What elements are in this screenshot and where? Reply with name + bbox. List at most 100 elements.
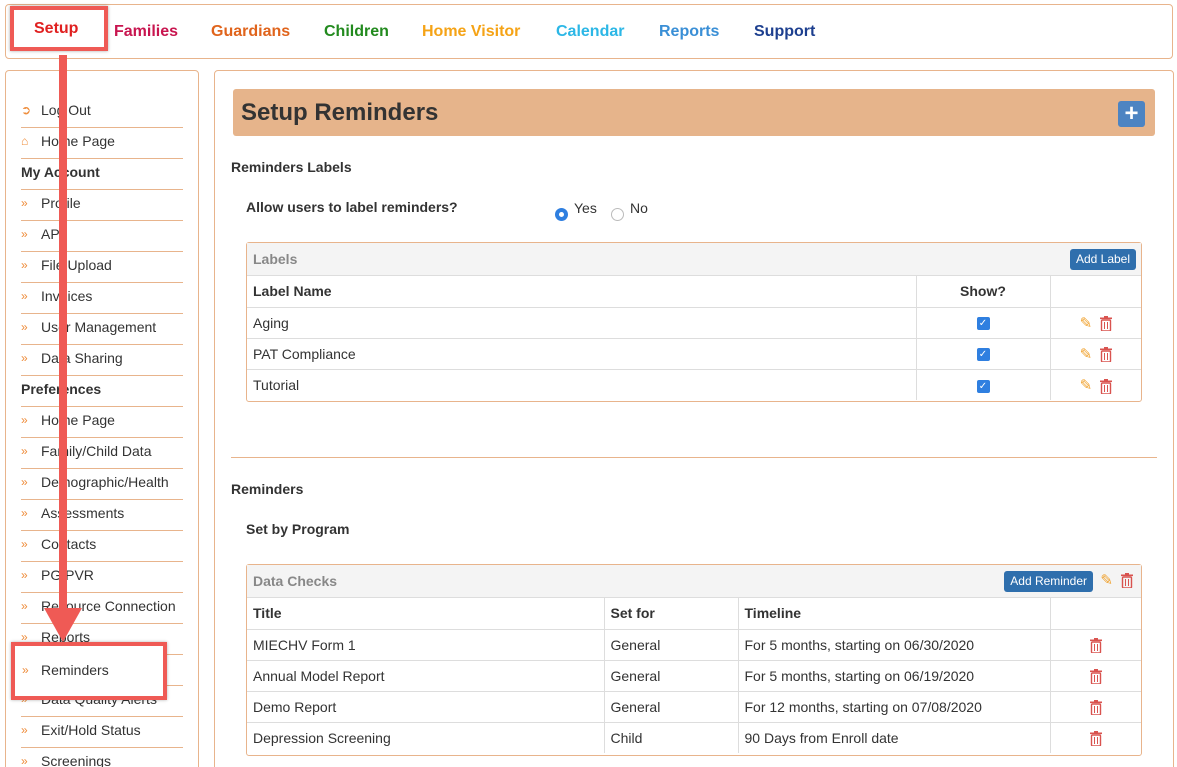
set-for-cell: Child (603, 721, 738, 753)
pencil-icon[interactable]: ✎ (1100, 571, 1113, 589)
sidebar-item-data-sharing[interactable]: » Data Sharing (21, 345, 183, 376)
pencil-icon[interactable]: ✎ (1080, 314, 1093, 332)
table-row: Demo Report General For 12 months, start… (247, 690, 1141, 722)
sidebar-item-screenings[interactable]: » Screenings (21, 748, 183, 767)
sidebar-item-pg-pvr[interactable]: » PG/PVR (21, 562, 183, 593)
nav-support[interactable]: Support (754, 23, 815, 41)
sidebar-item-user-management[interactable]: » User Management (21, 314, 183, 345)
sidebar-item-label: Data Sharing (41, 350, 123, 366)
pencil-icon[interactable]: ✎ (1080, 376, 1093, 394)
double-chevron-icon: » (21, 599, 28, 613)
col-actions (1049, 598, 1141, 629)
nav-home-visitor[interactable]: Home Visitor (422, 23, 520, 41)
nav-calendar[interactable]: Calendar (556, 23, 624, 41)
reminders-heading: Reminders (231, 481, 304, 497)
set-for-cell: General (603, 628, 738, 660)
add-icon[interactable]: + (1118, 101, 1145, 127)
page-title: Setup Reminders (241, 99, 439, 126)
add-label-button[interactable]: Add Label (1069, 249, 1136, 270)
trash-icon[interactable] (1121, 573, 1133, 588)
show-checkbox[interactable]: ✓ (976, 379, 990, 393)
double-chevron-icon: » (21, 723, 28, 737)
sidebar-item-file-upload[interactable]: » File Upload (21, 252, 183, 283)
timeline-cell: For 5 months, starting on 06/30/2020 (737, 628, 1050, 660)
trash-icon[interactable] (1099, 378, 1112, 394)
double-chevron-icon: » (22, 663, 29, 677)
sidebar-item-pref-home-page[interactable]: » Home Page (21, 407, 183, 438)
double-chevron-icon: » (21, 754, 28, 767)
home-icon: ⌂ (21, 134, 29, 148)
sidebar-item-family-child-data[interactable]: » Family/Child Data (21, 438, 183, 469)
pencil-icon[interactable]: ✎ (1080, 345, 1093, 363)
table-row: MIECHV Form 1 General For 5 months, star… (247, 628, 1141, 660)
table-header-row: Title Set for Timeline (247, 598, 1141, 629)
annotation-arrow-head (44, 608, 82, 642)
col-show: Show? (915, 276, 1050, 307)
radio-no-label: No (630, 200, 648, 216)
set-for-cell: General (603, 659, 738, 691)
label-name-cell: Tutorial (247, 368, 916, 400)
sidebar-item-assessments[interactable]: » Assessments (21, 500, 183, 531)
main-content: Setup Reminders + Reminders Labels Allow… (214, 70, 1174, 767)
sidebar-item-log-out[interactable]: ➲ Log Out (21, 97, 183, 128)
radio-yes[interactable] (555, 208, 568, 221)
double-chevron-icon: » (21, 351, 28, 365)
label-name-cell: Aging (247, 306, 916, 338)
double-chevron-icon: » (21, 475, 28, 489)
sign-out-icon: ➲ (21, 103, 32, 117)
double-chevron-icon: » (21, 568, 28, 582)
sidebar-item-contacts[interactable]: » Contacts (21, 531, 183, 562)
double-chevron-icon: » (21, 506, 28, 520)
reminders-labels-heading: Reminders Labels (231, 159, 352, 175)
top-navigation: Families Guardians Children Home Visitor… (5, 4, 1173, 59)
trash-icon[interactable] (1099, 316, 1112, 332)
show-checkbox[interactable]: ✓ (976, 348, 990, 362)
nav-reports[interactable]: Reports (659, 23, 719, 41)
data-checks-panel-header: Data Checks Add Reminder ✎ (247, 565, 1141, 598)
sidebar-heading-my-account: My Account (21, 159, 183, 190)
labels-panel: Labels Add Label Label Name Show? Aging … (246, 242, 1142, 402)
table-header-row: Label Name Show? (247, 276, 1141, 307)
label-name-cell: PAT Compliance (247, 337, 916, 369)
annotation-arrow-line (59, 55, 67, 615)
trash-icon[interactable] (1099, 347, 1112, 363)
sidebar-item-label: File Upload (41, 257, 112, 273)
add-reminder-button[interactable]: Add Reminder (1004, 571, 1093, 592)
sidebar-item-label: Assessments (41, 505, 125, 521)
sidebar-item-reminders[interactable]: » Reminders (11, 642, 167, 700)
nav-families[interactable]: Families (114, 23, 178, 41)
timeline-cell: For 5 months, starting on 06/19/2020 (737, 659, 1050, 691)
labels-panel-title: Labels (253, 251, 298, 267)
timeline-cell: 90 Days from Enroll date (737, 721, 1050, 753)
sidebar-item-label: Home Page (41, 412, 115, 428)
sidebar-item-home-page[interactable]: ⌂ Home Page (21, 128, 183, 159)
double-chevron-icon: » (21, 227, 28, 241)
show-checkbox[interactable]: ✓ (976, 317, 990, 331)
trash-icon[interactable] (1089, 699, 1102, 715)
radio-no[interactable] (611, 208, 624, 221)
col-timeline: Timeline (737, 598, 1050, 629)
nav-guardians[interactable]: Guardians (211, 23, 290, 41)
trash-icon[interactable] (1089, 731, 1102, 747)
sidebar-item-invoices[interactable]: » Invoices (21, 283, 183, 314)
radio-yes-label: Yes (574, 200, 597, 216)
sidebar-heading-preferences: Preferences (21, 376, 183, 407)
sidebar-item-profile[interactable]: » Profile (21, 190, 183, 221)
sidebar-item-demographic-health[interactable]: » Demographic/Health (21, 469, 183, 500)
sidebar-item-api[interactable]: » API (21, 221, 183, 252)
nav-children[interactable]: Children (324, 23, 389, 41)
page-title-bar: Setup Reminders + (233, 89, 1155, 136)
double-chevron-icon: » (21, 258, 28, 272)
nav-setup[interactable]: Setup (10, 6, 108, 51)
trash-icon[interactable] (1089, 668, 1102, 684)
timeline-cell: For 12 months, starting on 07/08/2020 (737, 690, 1050, 722)
sidebar-item-label: Family/Child Data (41, 443, 152, 459)
title-cell: Annual Model Report (247, 659, 604, 691)
table-row: Aging ✓ ✎ (247, 306, 1141, 338)
double-chevron-icon: » (21, 320, 28, 334)
trash-icon[interactable] (1089, 637, 1102, 653)
table-row: PAT Compliance ✓ ✎ (247, 337, 1141, 369)
sidebar-item-exit-hold-status[interactable]: » Exit/Hold Status (21, 717, 183, 748)
data-checks-table: Title Set for Timeline MIECHV Form 1 Gen… (247, 598, 1141, 753)
data-checks-panel-title: Data Checks (253, 573, 338, 589)
